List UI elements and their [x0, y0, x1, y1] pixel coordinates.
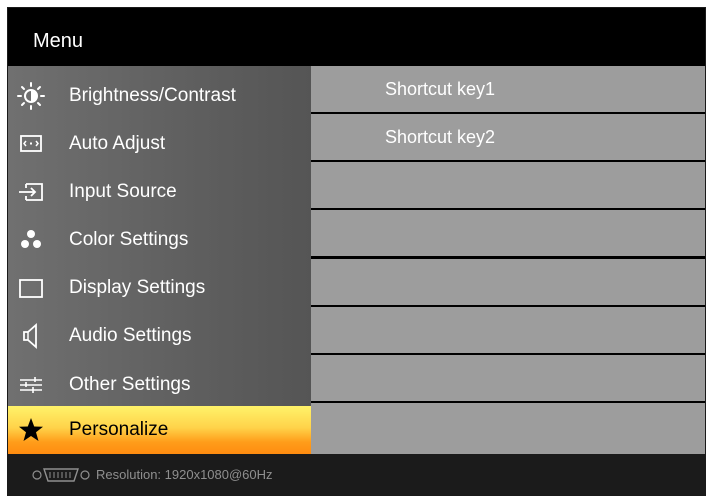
submenu-item-shortcut-key1[interactable]: Shortcut key1	[311, 66, 705, 112]
menu-item-display-settings[interactable]: Display Settings	[8, 264, 311, 312]
menu-item-personalize[interactable]: Personalize	[8, 406, 311, 454]
display-settings-icon	[16, 273, 46, 303]
auto-adjust-icon	[16, 129, 46, 159]
submenu-row-empty	[311, 210, 705, 256]
menu-item-label: Personalize	[69, 419, 169, 440]
menu-title: Menu	[33, 30, 84, 52]
resolution-text: Resolution: 1920x1080@60Hz	[96, 467, 273, 482]
menu-item-label: Auto Adjust	[69, 133, 166, 154]
menu-item-input-source[interactable]: Input Source	[8, 168, 311, 216]
status-bar: Resolution: 1920x1080@60Hz	[8, 454, 705, 495]
title-bar: Menu	[8, 8, 705, 66]
main-menu: Brightness/Contrast Auto Adjust Input So…	[8, 66, 311, 454]
menu-item-label: Brightness/Contrast	[69, 85, 236, 106]
submenu-row-empty	[311, 403, 705, 454]
submenu-item-label: Shortcut key1	[385, 79, 496, 99]
submenu-row-empty	[311, 307, 705, 353]
menu-item-color-settings[interactable]: Color Settings	[8, 216, 311, 264]
sliders-icon	[16, 370, 46, 400]
speaker-icon	[16, 321, 46, 351]
menu-item-auto-adjust[interactable]: Auto Adjust	[8, 120, 311, 168]
menu-item-other-settings[interactable]: Other Settings	[8, 361, 311, 409]
submenu-panel: Shortcut key1 Shortcut key2	[311, 66, 705, 454]
menu-item-label: Color Settings	[69, 229, 189, 250]
submenu-row-empty	[311, 162, 705, 208]
menu-item-label: Other Settings	[69, 374, 191, 395]
menu-item-label: Input Source	[69, 181, 177, 202]
color-settings-icon	[16, 225, 46, 255]
submenu-item-shortcut-key2[interactable]: Shortcut key2	[311, 114, 705, 160]
star-icon	[16, 415, 46, 445]
menu-item-label: Audio Settings	[69, 325, 192, 346]
menu-item-audio-settings[interactable]: Audio Settings	[8, 312, 311, 360]
submenu-item-label: Shortcut key2	[385, 127, 496, 147]
brightness-icon	[16, 81, 46, 111]
input-source-icon	[16, 177, 46, 207]
vga-connector-icon	[31, 466, 91, 489]
menu-item-label: Display Settings	[69, 277, 206, 298]
menu-item-brightness-contrast[interactable]: Brightness/Contrast	[8, 72, 311, 120]
submenu-row-empty	[311, 259, 705, 305]
submenu-row-empty	[311, 355, 705, 401]
osd-window: Menu Brightness/Contrast Auto Adjust Inp…	[7, 7, 706, 496]
